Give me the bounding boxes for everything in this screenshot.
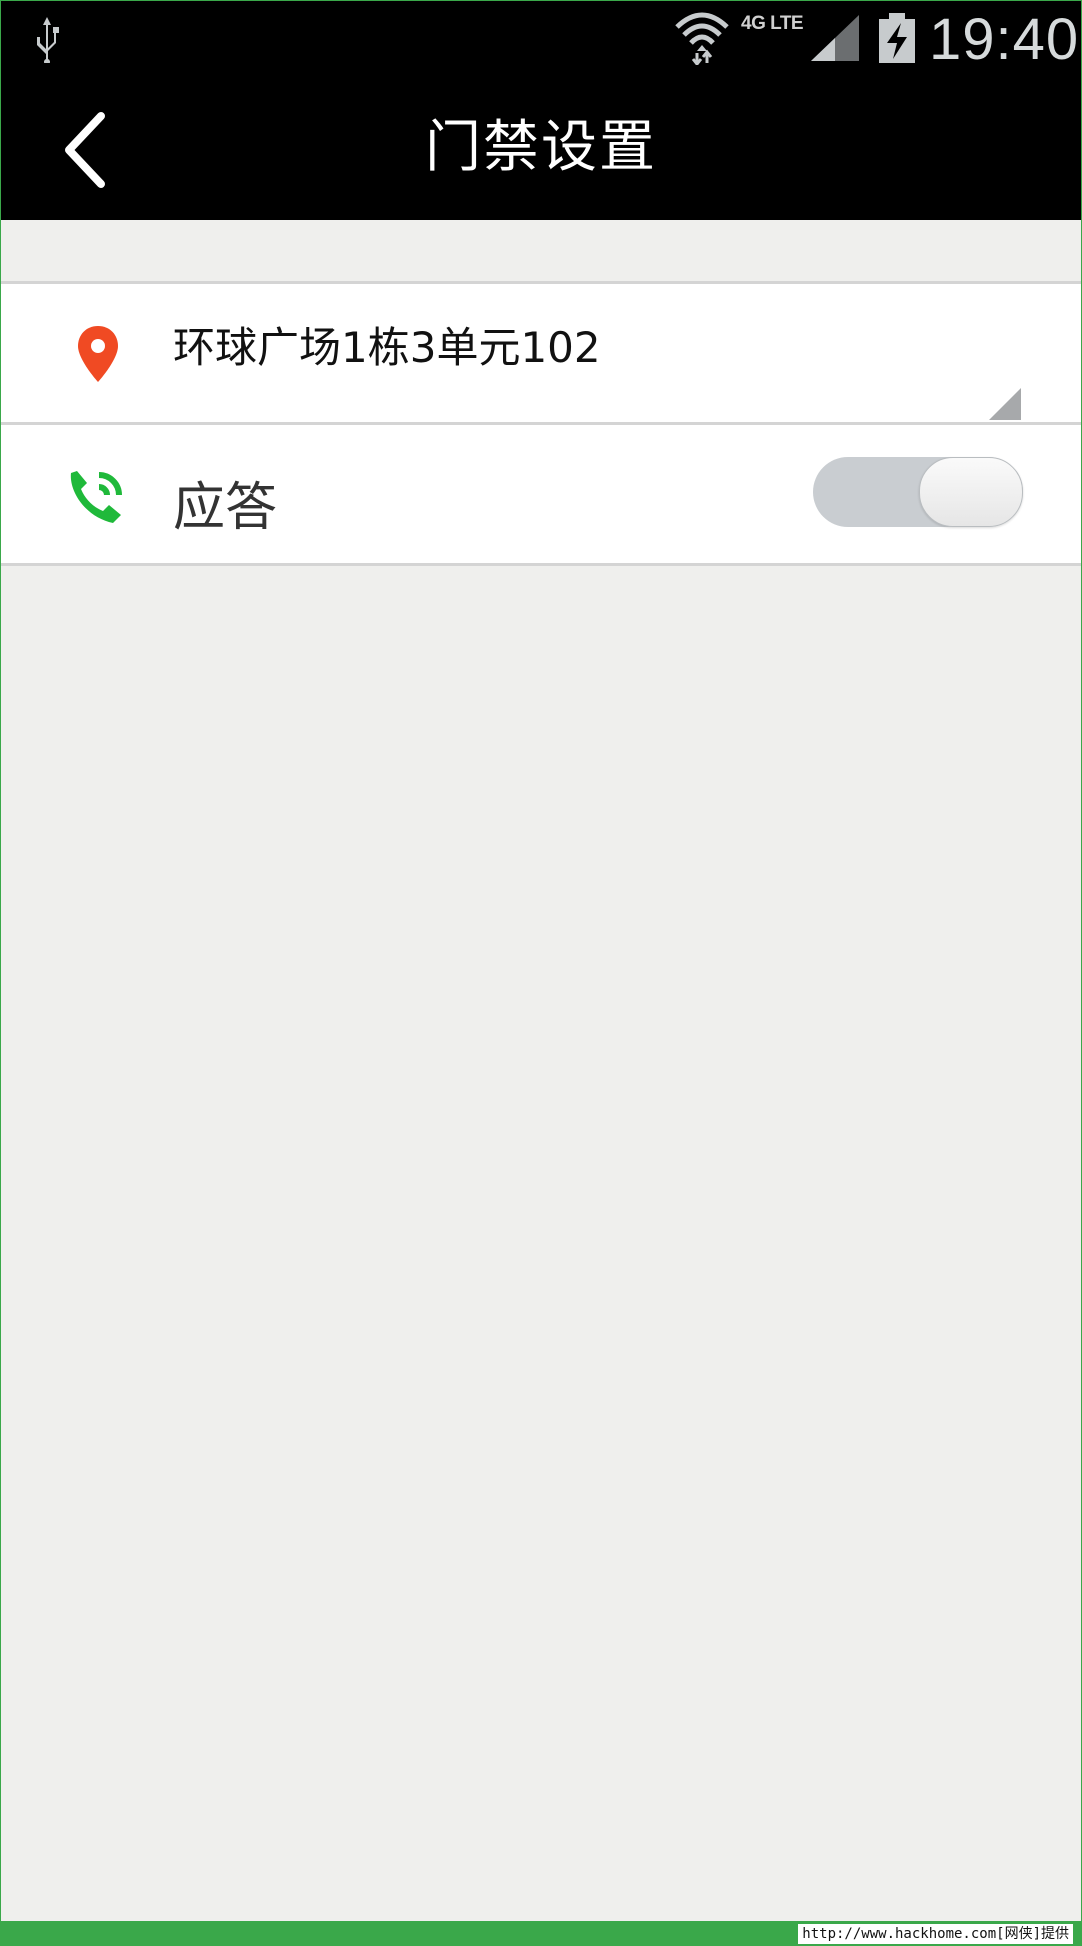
back-button[interactable] [39, 98, 139, 198]
battery-charging-icon [879, 13, 915, 63]
bottom-bar: http://www.hackhome.com[网侠]提供 [1, 1921, 1081, 1945]
answer-toggle[interactable] [813, 457, 1023, 527]
toggle-knob [919, 457, 1023, 527]
status-bar: 4G LTE 19:40 [1, 1, 1081, 76]
answer-row: 应答 [1, 422, 1081, 563]
settings-list: 环球广场1栋3单元102 应答 [1, 281, 1081, 566]
usb-icon [37, 17, 59, 63]
watermark-text: http://www.hackhome.com[网侠]提供 [798, 1924, 1073, 1944]
page-title: 门禁设置 [425, 115, 657, 180]
address-value: 环球广场1栋3单元102 [173, 323, 601, 372]
chevron-left-icon [65, 112, 105, 188]
screen: 4G LTE 19:40 门禁设置 环球广场1栋3单元102 应答 http:/… [0, 0, 1082, 1946]
title-bar: 门禁设置 [1, 76, 1081, 220]
signal-icon [811, 15, 859, 61]
address-selector[interactable]: 环球广场1栋3单元102 [1, 284, 1081, 422]
network-type-label: 4G LTE [741, 13, 804, 34]
phone-ringing-icon [70, 471, 122, 523]
answer-label: 应答 [173, 478, 278, 538]
location-pin-icon [78, 326, 118, 382]
wifi-icon [675, 12, 729, 65]
dropdown-indicator-icon [989, 388, 1021, 420]
clock: 19:40 [929, 7, 1080, 72]
